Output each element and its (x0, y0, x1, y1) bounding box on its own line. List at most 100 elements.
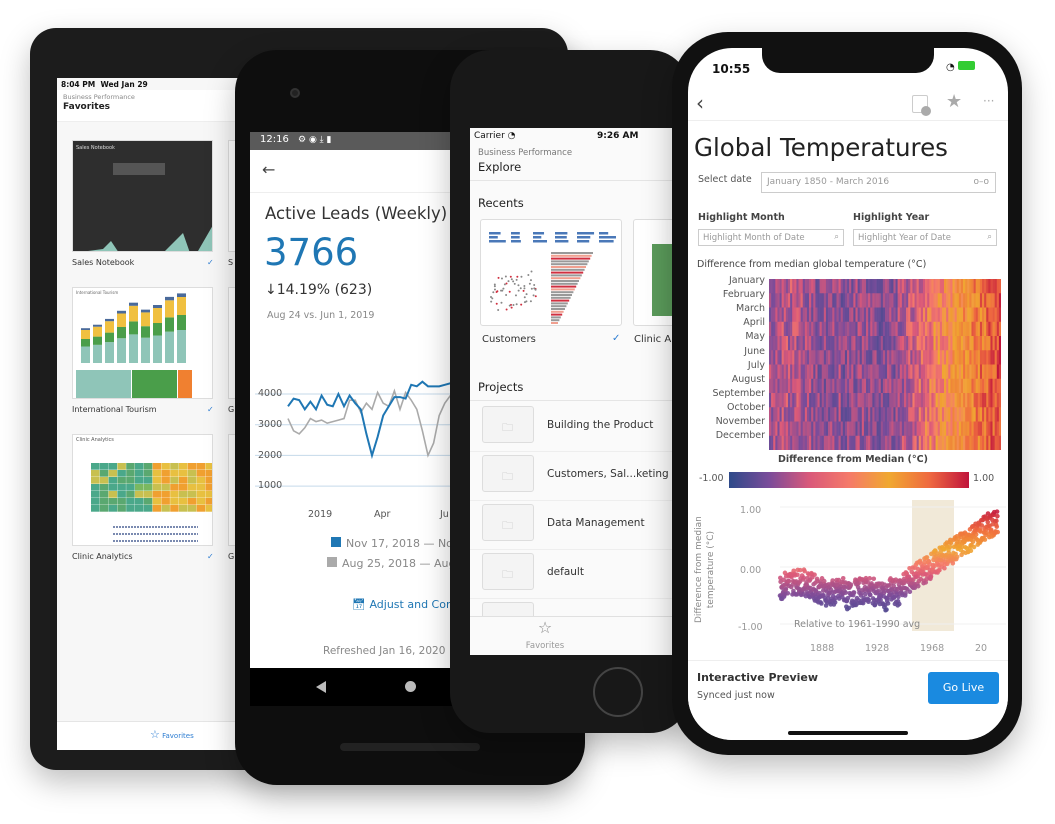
project-row[interactable]: 🗀︎ default (470, 550, 680, 599)
heatmap-cell (916, 350, 920, 365)
heatmap-cell (821, 321, 825, 337)
heatmap-cell (941, 307, 945, 323)
temperature-heatmap[interactable] (769, 279, 1001, 450)
heatmap-cell (963, 307, 966, 323)
favorite-check-icon[interactable]: ✓ (612, 333, 620, 344)
heatmap-cell (836, 350, 839, 365)
heatmap-cell (832, 321, 835, 337)
heatmap-cell (135, 463, 144, 470)
heatmap-cell (804, 307, 808, 323)
bar-segment (165, 331, 174, 363)
heatmap-cell (840, 393, 844, 408)
more-icon[interactable]: ··· (983, 94, 994, 108)
heatmap-cell (806, 336, 810, 351)
heatmap-cell (885, 307, 888, 323)
highlight-year-input[interactable]: Highlight Year of Date ⌕ (853, 229, 997, 246)
back-arrow-icon[interactable]: ← (262, 160, 275, 179)
heatmap-cell (988, 279, 991, 294)
workbook-label[interactable]: Sales Notebook (72, 258, 134, 267)
back-chevron-icon[interactable]: ‹ (696, 91, 704, 115)
recent-thumbnail-customers[interactable] (480, 219, 622, 326)
heatmap-cell (887, 435, 890, 450)
heatmap-cell (828, 378, 831, 394)
select-date-range[interactable]: January 1850 - March 2016 o–o (761, 172, 996, 193)
workbook-thumbnail-sales-notebook[interactable]: Sales Notebook (72, 140, 213, 252)
heatmap-cell (804, 378, 808, 394)
temperature-scatter-plot[interactable] (766, 500, 1006, 635)
heatmap-cell (969, 350, 972, 365)
heatmap-cell (958, 407, 962, 422)
heatmap-cell (170, 491, 179, 498)
heatmap-cell (998, 321, 1001, 337)
home-nav-icon[interactable] (405, 681, 416, 692)
heatmap-cell (817, 364, 820, 380)
back-nav-icon[interactable] (316, 681, 326, 693)
heatmap-cell (969, 421, 972, 437)
heatmap-cell (878, 336, 882, 351)
recent-label[interactable]: Clinic A (634, 334, 671, 345)
star-icon[interactable]: ☆ (525, 618, 565, 637)
heatmap-cell (775, 350, 778, 365)
tab-favorites[interactable]: ☆ Favorites (150, 728, 194, 741)
heatmap-cell (868, 279, 871, 294)
recent-label[interactable]: Customers (482, 334, 536, 345)
heatmap-cell (944, 279, 947, 294)
home-button[interactable] (593, 667, 643, 717)
heatmap-cell (971, 421, 974, 437)
heatmap-cell (986, 421, 989, 437)
heatmap-cell (187, 505, 197, 512)
heatmap-cell (832, 407, 835, 422)
divider (470, 400, 680, 401)
project-row[interactable]: 🗀︎ Data Management (470, 501, 680, 550)
heatmap-cell (838, 378, 842, 394)
heatmap-cell (847, 350, 850, 365)
heatmap-cell (809, 393, 812, 408)
heatmap-cell (771, 407, 774, 422)
heatmap-cell (838, 364, 842, 380)
highlight-month-input[interactable]: Highlight Month of Date ⌕ (698, 229, 844, 246)
workbook-label[interactable]: G (228, 552, 234, 561)
workbook-label[interactable]: S (228, 258, 233, 267)
heatmap-cell (897, 435, 901, 450)
home-indicator[interactable] (788, 731, 908, 735)
heatmap-cell (897, 293, 901, 308)
heatmap-cell (975, 350, 979, 365)
project-row[interactable]: 🗀︎ Customers, Sal...keting (470, 452, 680, 501)
tab-favorites[interactable]: Favorites (515, 641, 575, 651)
heatmap-cell (889, 378, 892, 394)
workbook-label[interactable]: Clinic Analytics (72, 552, 133, 561)
heatmap-cell (986, 336, 989, 351)
heatmap-cell (815, 293, 818, 308)
heatmap-cell (838, 279, 842, 294)
heatmap-cell (963, 293, 966, 308)
favorite-check-icon[interactable]: ✓ (207, 258, 214, 267)
favorite-check-icon[interactable]: ✓ (207, 405, 214, 414)
workbook-thumbnail-clinic-analytics[interactable]: Clinic Analytics (72, 434, 213, 546)
heatmap-cell (895, 378, 898, 394)
heatmap-cell (986, 435, 989, 450)
heatmap-cell (994, 435, 998, 450)
heatmap-cell (965, 364, 968, 380)
rank-bar (551, 291, 574, 294)
heatmap-cell (977, 307, 981, 323)
heatmap-cell (769, 407, 772, 422)
heatmap-cell (796, 293, 799, 308)
heatmap-cell (889, 364, 892, 380)
heatmap-cell (819, 279, 823, 294)
workbook-label[interactable]: G (228, 405, 234, 414)
heatmap-cell (817, 393, 820, 408)
legend-item[interactable]: Nov 17, 2018 — Nov (331, 537, 459, 550)
heatmap-cell (952, 350, 955, 365)
legend-item[interactable]: Aug 25, 2018 — Aug (327, 557, 455, 570)
go-live-button[interactable]: Go Live (928, 672, 999, 704)
star-icon[interactable]: ★ (946, 91, 962, 112)
legend-label: Aug 25, 2018 — Aug (342, 557, 456, 570)
workbook-label[interactable]: International Tourism (72, 405, 157, 414)
data-source-icon[interactable] (912, 95, 931, 116)
heatmap-cell (857, 336, 860, 351)
heatmap-cell (887, 336, 890, 351)
project-row[interactable]: 🗀︎ Building the Product (470, 403, 680, 452)
favorite-check-icon[interactable]: ✓ (207, 552, 214, 561)
adjust-and-compare-button[interactable]: 📅︎ Adjust and Com (352, 598, 457, 611)
workbook-thumbnail-international-tourism[interactable]: International Tourism (72, 287, 213, 399)
